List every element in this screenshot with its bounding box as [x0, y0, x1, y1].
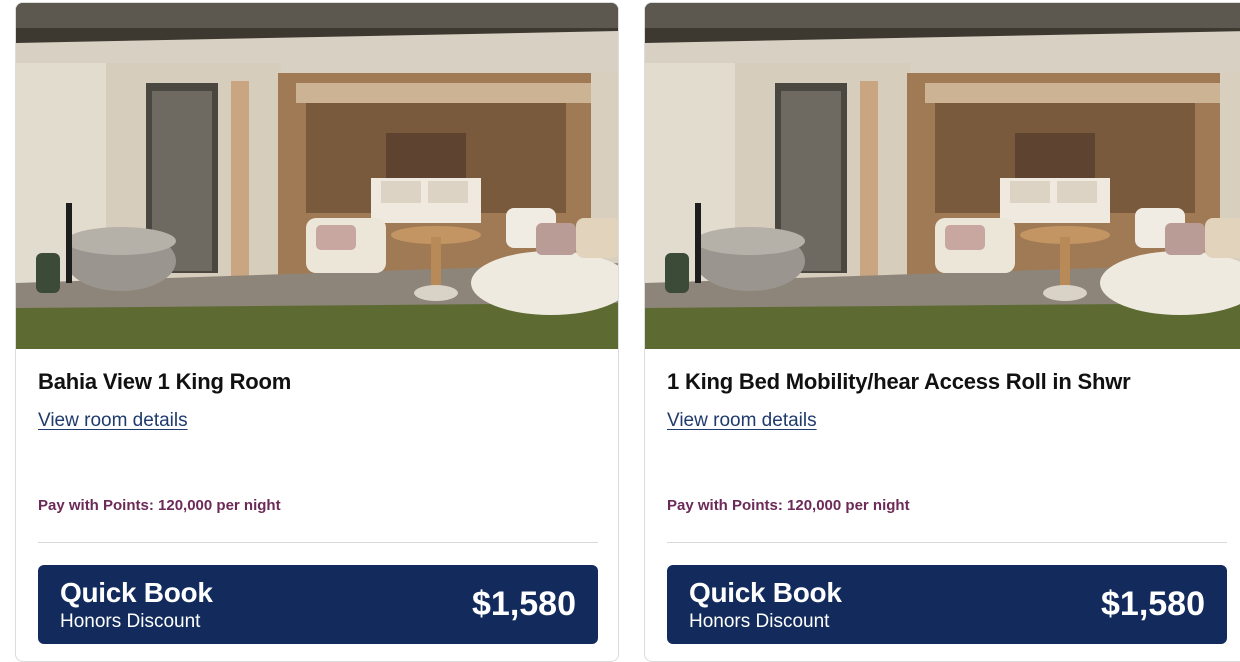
points-price-text: Pay with Points: 120,000 per night [667, 497, 910, 514]
room-title: 1 King Bed Mobility/hear Access Roll in … [667, 369, 1131, 394]
room-photo[interactable] [645, 3, 1240, 349]
quick-book-button[interactable]: Quick Book Honors Discount $1,580 [38, 565, 598, 644]
nightly-price: $1,580 [472, 585, 576, 623]
rate-name: Honors Discount [60, 611, 201, 632]
rate-name: Honors Discount [689, 611, 830, 632]
room-card: Bahia View 1 King Room View room details… [15, 2, 619, 662]
room-card: 1 King Bed Mobility/hear Access Roll in … [644, 2, 1240, 662]
view-room-details-link[interactable]: View room details [38, 410, 188, 432]
room-title: Bahia View 1 King Room [38, 369, 292, 394]
divider [667, 542, 1227, 543]
points-price-text: Pay with Points: 120,000 per night [38, 497, 281, 514]
view-room-details-link[interactable]: View room details [667, 410, 817, 432]
quick-book-label: Quick Book [689, 577, 842, 608]
nightly-price: $1,580 [1101, 585, 1205, 623]
quick-book-label: Quick Book [60, 577, 213, 608]
room-photo[interactable] [16, 3, 618, 349]
quick-book-button[interactable]: Quick Book Honors Discount $1,580 [667, 565, 1227, 644]
divider [38, 542, 598, 543]
